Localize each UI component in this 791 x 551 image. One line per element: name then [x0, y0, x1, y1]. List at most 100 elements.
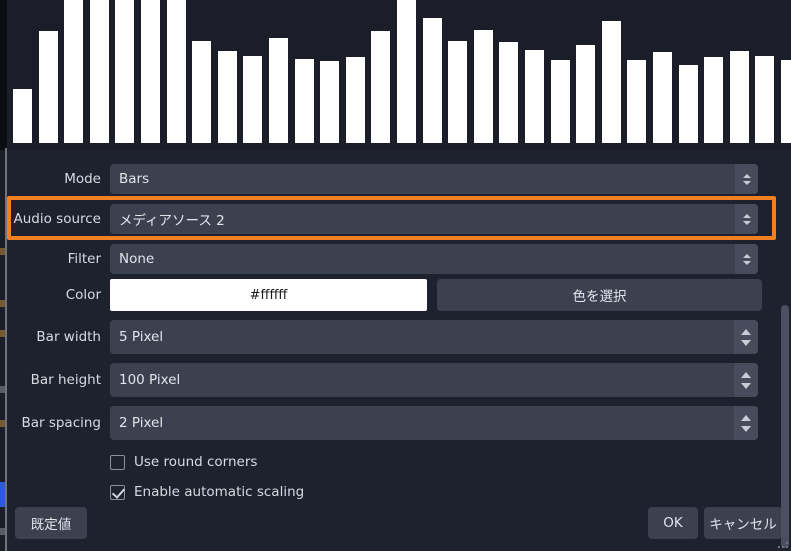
audio-spectrum-preview [7, 0, 791, 150]
chevron-updown-icon[interactable] [735, 204, 758, 234]
spinner-up-icon[interactable] [741, 371, 751, 378]
spectrum-bar [294, 59, 314, 143]
spinner-up-icon[interactable] [741, 328, 751, 335]
label-mode: Mode [64, 171, 101, 187]
spectrum-bar [678, 64, 698, 143]
color-hex-value: #ffffff [249, 287, 288, 303]
form-row-mode: Mode Bars [7, 164, 791, 194]
spectrum-bar [704, 57, 724, 143]
dialog-body: Mode Bars Audio source メディアソース 2 Filter … [7, 150, 791, 551]
spectrum-bar [166, 0, 186, 143]
mode-value: Bars [119, 171, 150, 187]
filter-combobox[interactable]: None [110, 244, 758, 274]
label-bar-width: Bar width [36, 329, 101, 345]
spectrum-bar [550, 60, 570, 143]
bar-height-value: 100 Pixel [119, 372, 181, 388]
cancel-label: キャンセル [709, 517, 777, 533]
label-color: Color [65, 287, 101, 303]
spectrum-bar [89, 0, 109, 143]
spectrum-bar [653, 52, 672, 143]
chevron-down-icon [742, 180, 751, 185]
visualizer-floor [7, 143, 791, 150]
spinner-down-icon[interactable] [741, 339, 751, 346]
bar-height-spinbox[interactable]: 100 Pixel [110, 363, 758, 397]
spectrum-bar [192, 41, 212, 143]
spinner-down-icon[interactable] [741, 382, 751, 389]
spectrum-bar [371, 31, 391, 143]
spectrum-bar [499, 41, 519, 143]
select-color-button[interactable]: 色を選択 [437, 279, 762, 311]
mode-combobox[interactable]: Bars [110, 164, 758, 194]
label-bar-spacing: Bar spacing [21, 415, 101, 431]
form-row-bar-height: Bar height 100 Pixel [7, 363, 791, 397]
chevron-up-icon [742, 253, 751, 258]
chevron-updown-icon[interactable] [735, 164, 758, 194]
spinner-updown-icon[interactable] [734, 363, 758, 397]
bar-width-value: 5 Pixel [119, 329, 164, 345]
color-swatch[interactable]: #ffffff [110, 279, 427, 311]
resize-grip[interactable] [778, 539, 788, 548]
ok-label: OK [663, 515, 683, 531]
form-row-audio-source: Audio source メディアソース 2 [7, 204, 791, 234]
scrollbar-thumb[interactable] [781, 305, 789, 548]
spectrum-bar [729, 50, 749, 143]
properties-dialog-window: Mode Bars Audio source メディアソース 2 Filter … [0, 0, 791, 551]
spinner-updown-icon[interactable] [734, 320, 758, 354]
spectrum-bar [576, 44, 596, 143]
spectrum-bar [627, 60, 647, 143]
spectrum-bar [217, 51, 237, 143]
spectrum-bar [38, 30, 58, 143]
ok-button[interactable]: OK [648, 507, 698, 539]
spectrum-bar [64, 0, 84, 143]
bar-width-spinbox[interactable]: 5 Pixel [110, 320, 758, 354]
chevron-up-icon [742, 173, 751, 178]
chevron-down-icon [742, 220, 751, 225]
spinner-updown-icon[interactable] [734, 406, 758, 440]
filter-value: None [119, 251, 155, 267]
select-color-label: 色を選択 [572, 289, 627, 305]
scrollbar-track[interactable] [780, 150, 791, 548]
checkbox-enable-automatic-scaling[interactable]: Enable automatic scaling [110, 484, 304, 500]
audio-source-value: メディアソース 2 [119, 213, 225, 229]
chevron-up-icon [742, 213, 751, 218]
audio-source-combobox[interactable]: メディアソース 2 [110, 204, 758, 234]
form-row-bar-spacing: Bar spacing 2 Pixel [7, 406, 791, 440]
spectrum-bar [755, 56, 775, 143]
label-filter: Filter [67, 251, 101, 267]
checkbox-label: Enable automatic scaling [134, 484, 305, 500]
spectrum-bar [141, 0, 160, 143]
spectrum-bar [781, 60, 791, 143]
label-bar-height: Bar height [30, 372, 101, 388]
checkbox-label: Use round corners [134, 454, 258, 470]
spectrum-bar [601, 20, 621, 143]
spectrum-bar [320, 61, 340, 143]
spectrum-bar [397, 0, 416, 143]
spectrum-bar [269, 38, 288, 143]
chevron-updown-icon[interactable] [735, 244, 758, 274]
spectrum-bar [115, 0, 135, 143]
bar-spacing-value: 2 Pixel [119, 415, 164, 431]
spectrum-bar [525, 49, 544, 143]
spectrum-bar [473, 29, 493, 143]
form-row-bar-width: Bar width 5 Pixel [7, 320, 791, 354]
spinner-down-icon[interactable] [741, 425, 751, 432]
spectrum-bar [422, 18, 442, 143]
spectrum-bar [345, 57, 365, 143]
bar-spacing-spinbox[interactable]: 2 Pixel [110, 406, 758, 440]
checkbox-checked-icon[interactable] [110, 484, 125, 500]
defaults-label: 既定値 [30, 517, 72, 533]
checkbox-icon[interactable] [110, 454, 125, 470]
cancel-button[interactable]: キャンセル [704, 507, 782, 539]
spinner-up-icon[interactable] [741, 414, 751, 421]
background-app-strip [0, 0, 7, 551]
label-audio-source: Audio source [13, 211, 102, 227]
spectrum-bar [448, 41, 468, 143]
background-dark-area [0, 0, 7, 150]
form-row-filter: Filter None [7, 244, 791, 274]
checkbox-use-round-corners[interactable]: Use round corners [110, 454, 257, 470]
defaults-button[interactable]: 既定値 [15, 507, 87, 539]
spectrum-bar [13, 88, 32, 143]
form-row-color: Color #ffffff 色を選択 [7, 279, 791, 311]
chevron-down-icon [742, 260, 751, 265]
spectrum-bar [243, 56, 263, 143]
